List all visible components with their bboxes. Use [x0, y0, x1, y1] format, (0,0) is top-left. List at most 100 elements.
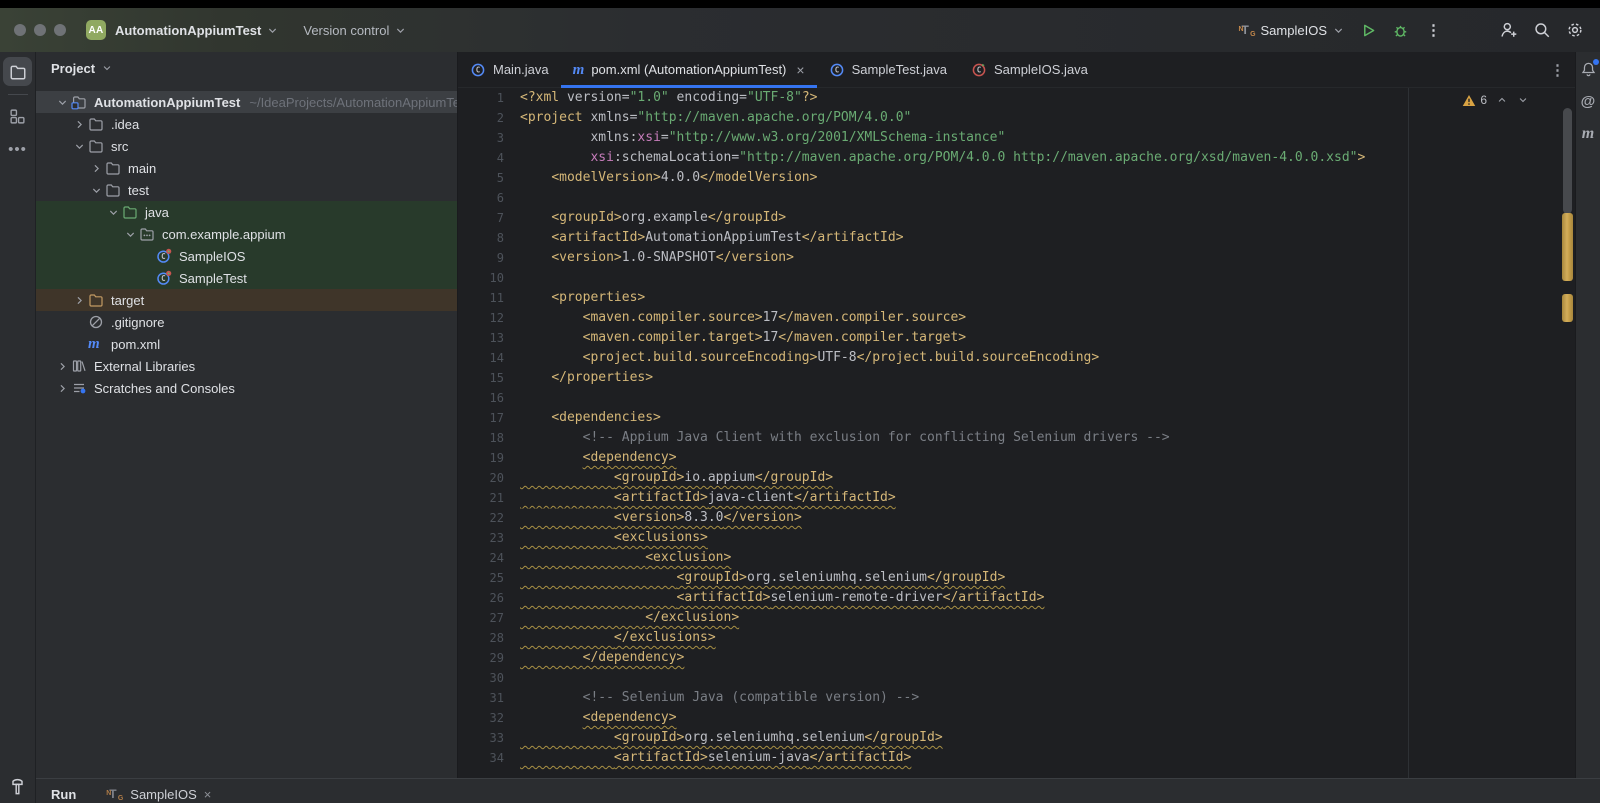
- code-line-11[interactable]: 11 <properties>: [458, 288, 1575, 308]
- code-line-12[interactable]: 12 <maven.compiler.source>17</maven.comp…: [458, 308, 1575, 328]
- tree-item--idea[interactable]: .idea: [36, 113, 457, 135]
- chevron-down-icon[interactable]: [122, 228, 139, 241]
- tree-item-java[interactable]: java: [36, 201, 457, 223]
- next-problem-button[interactable]: [1517, 94, 1529, 106]
- scrollbar-warning-mark[interactable]: [1562, 213, 1573, 281]
- tree-item-src[interactable]: src: [36, 135, 457, 157]
- project-menu[interactable]: AutomationAppiumTest: [115, 23, 279, 38]
- code-content[interactable]: 1<?xml version="1.0" encoding="UTF-8"?>2…: [458, 88, 1575, 778]
- tree-item--gitignore[interactable]: .gitignore: [36, 311, 457, 333]
- close-icon[interactable]: ×: [204, 787, 212, 802]
- tree-item-com-example-appium[interactable]: com.example.appium: [36, 223, 457, 245]
- code-line-29[interactable]: 29 </dependency>: [458, 648, 1575, 668]
- scrollbar-warning-mark[interactable]: [1562, 294, 1573, 322]
- previous-problem-button[interactable]: [1496, 94, 1508, 106]
- chevron-down-icon[interactable]: [105, 206, 122, 219]
- tab-pom-xml-automationappiumtest-[interactable]: mpom.xml (AutomationAppiumTest)×: [561, 52, 817, 87]
- code-line-1[interactable]: 1<?xml version="1.0" encoding="UTF-8"?>: [458, 88, 1575, 108]
- project-tool-window-button[interactable]: [3, 57, 32, 86]
- code-line-25[interactable]: 25 <groupId>org.seleniumhq.selenium</gro…: [458, 568, 1575, 588]
- chevron-down-icon[interactable]: [88, 184, 105, 197]
- code-line-4[interactable]: 4 xsi:schemaLocation="http://maven.apach…: [458, 148, 1575, 168]
- code-line-30[interactable]: 30: [458, 668, 1575, 688]
- code-line-9[interactable]: 9 <version>1.0-SNAPSHOT</version>: [458, 248, 1575, 268]
- window-minimize-button[interactable]: [34, 24, 46, 36]
- code-with-me-button[interactable]: [1500, 21, 1518, 39]
- tree-item-test[interactable]: test: [36, 179, 457, 201]
- window-zoom-button[interactable]: [54, 24, 66, 36]
- code-line-5[interactable]: 5 <modelVersion>4.0.0</modelVersion>: [458, 168, 1575, 188]
- code-line-16[interactable]: 16: [458, 388, 1575, 408]
- code-text: <version>8.3.0</version>: [504, 508, 802, 528]
- code-line-7[interactable]: 7 <groupId>org.example</groupId>: [458, 208, 1575, 228]
- tab-main-java[interactable]: CMain.java: [458, 52, 561, 87]
- code-line-24[interactable]: 24 <exclusion>: [458, 548, 1575, 568]
- tree-item-label: External Libraries: [94, 359, 195, 374]
- code-line-2[interactable]: 2<project xmlns="http://maven.apache.org…: [458, 108, 1575, 128]
- editor-pane[interactable]: 1<?xml version="1.0" encoding="UTF-8"?>2…: [458, 88, 1575, 778]
- code-line-26[interactable]: 26 <artifactId>selenium-remote-driver</a…: [458, 588, 1575, 608]
- code-line-27[interactable]: 27 </exclusion>: [458, 608, 1575, 628]
- settings-gear-button[interactable]: [1566, 21, 1584, 39]
- search-everywhere-button[interactable]: [1533, 21, 1551, 39]
- chevron-down-icon[interactable]: [54, 96, 71, 109]
- tab-sampleios-java[interactable]: CSampleIOS.java: [959, 52, 1100, 87]
- editor-scrollbar[interactable]: [1562, 88, 1573, 778]
- tab-options-button[interactable]: ⋮: [1550, 52, 1565, 87]
- code-line-6[interactable]: 6: [458, 188, 1575, 208]
- version-control-menu[interactable]: Version control: [303, 23, 407, 38]
- more-actions-button[interactable]: ⋮: [1424, 23, 1443, 38]
- tree-item-scratches-and-consoles[interactable]: Scratches and Consoles: [36, 377, 457, 399]
- code-line-28[interactable]: 28 </exclusions>: [458, 628, 1575, 648]
- maven-tool-window-button[interactable]: m: [1582, 125, 1594, 143]
- debug-button[interactable]: [1392, 22, 1409, 39]
- code-line-8[interactable]: 8 <artifactId>AutomationAppiumTest</arti…: [458, 228, 1575, 248]
- traffic-lights[interactable]: [14, 24, 66, 36]
- code-line-15[interactable]: 15 </properties>: [458, 368, 1575, 388]
- code-line-32[interactable]: 32 <dependency>: [458, 708, 1575, 728]
- code-line-10[interactable]: 10: [458, 268, 1575, 288]
- tree-item-pom-xml[interactable]: mpom.xml: [36, 333, 457, 355]
- chevron-right-icon[interactable]: [54, 382, 71, 395]
- tree-item-sampletest[interactable]: CSampleTest: [36, 267, 457, 289]
- scrollbar-thumb[interactable]: [1563, 108, 1572, 214]
- close-icon[interactable]: ×: [796, 62, 804, 78]
- code-line-31[interactable]: 31 <!-- Selenium Java (compatible versio…: [458, 688, 1575, 708]
- code-line-23[interactable]: 23 <exclusions>: [458, 528, 1575, 548]
- code-line-14[interactable]: 14 <project.build.sourceEncoding>UTF-8</…: [458, 348, 1575, 368]
- tree-item-external-libraries[interactable]: External Libraries: [36, 355, 457, 377]
- code-line-21[interactable]: 21 <artifactId>java-client</artifactId>: [458, 488, 1575, 508]
- chevron-right-icon[interactable]: [88, 162, 105, 175]
- chevron-down-icon[interactable]: [71, 140, 88, 153]
- ai-assistant-button[interactable]: @: [1581, 93, 1596, 110]
- project-panel-header[interactable]: Project: [36, 52, 457, 84]
- chevron-right-icon[interactable]: [54, 360, 71, 373]
- code-line-20[interactable]: 20 <groupId>io.appium</groupId>: [458, 468, 1575, 488]
- window-close-button[interactable]: [14, 24, 26, 36]
- code-line-13[interactable]: 13 <maven.compiler.target>17</maven.comp…: [458, 328, 1575, 348]
- chevron-right-icon[interactable]: [71, 118, 88, 131]
- inspections-widget[interactable]: 6: [1462, 93, 1529, 107]
- run-configuration-selector[interactable]: TNG SampleIOS: [1239, 22, 1345, 38]
- code-line-18[interactable]: 18 <!-- Appium Java Client with exclusio…: [458, 428, 1575, 448]
- code-line-17[interactable]: 17 <dependencies>: [458, 408, 1575, 428]
- code-line-33[interactable]: 33 <groupId>org.seleniumhq.selenium</gro…: [458, 728, 1575, 748]
- run-tab-sampleios[interactable]: TNG SampleIOS ×: [106, 780, 211, 802]
- build-tool-window-button[interactable]: [8, 777, 27, 796]
- tab-sampletest-java[interactable]: CSampleTest.java: [817, 52, 959, 87]
- chevron-down-icon: [1332, 24, 1345, 37]
- code-line-19[interactable]: 19 <dependency>: [458, 448, 1575, 468]
- chevron-right-icon[interactable]: [71, 294, 88, 307]
- run-button[interactable]: [1360, 22, 1377, 39]
- tree-item-automationappiumtest[interactable]: AutomationAppiumTest~/IdeaProjects/Autom…: [36, 91, 457, 113]
- tree-item-main[interactable]: main: [36, 157, 457, 179]
- code-line-34[interactable]: 34 <artifactId>selenium-java</artifactId…: [458, 748, 1575, 768]
- code-line-3[interactable]: 3 xmlns:xsi="http://www.w3.org/2001/XMLS…: [458, 128, 1575, 148]
- code-line-22[interactable]: 22 <version>8.3.0</version>: [458, 508, 1575, 528]
- more-tool-windows-button[interactable]: •••: [8, 141, 27, 158]
- tree-item-sampleios[interactable]: CSampleIOS: [36, 245, 457, 267]
- structure-tool-window-button[interactable]: [3, 102, 32, 131]
- tree-item-target[interactable]: target: [36, 289, 457, 311]
- line-number: 15: [458, 368, 504, 388]
- notifications-button[interactable]: [1580, 61, 1597, 78]
